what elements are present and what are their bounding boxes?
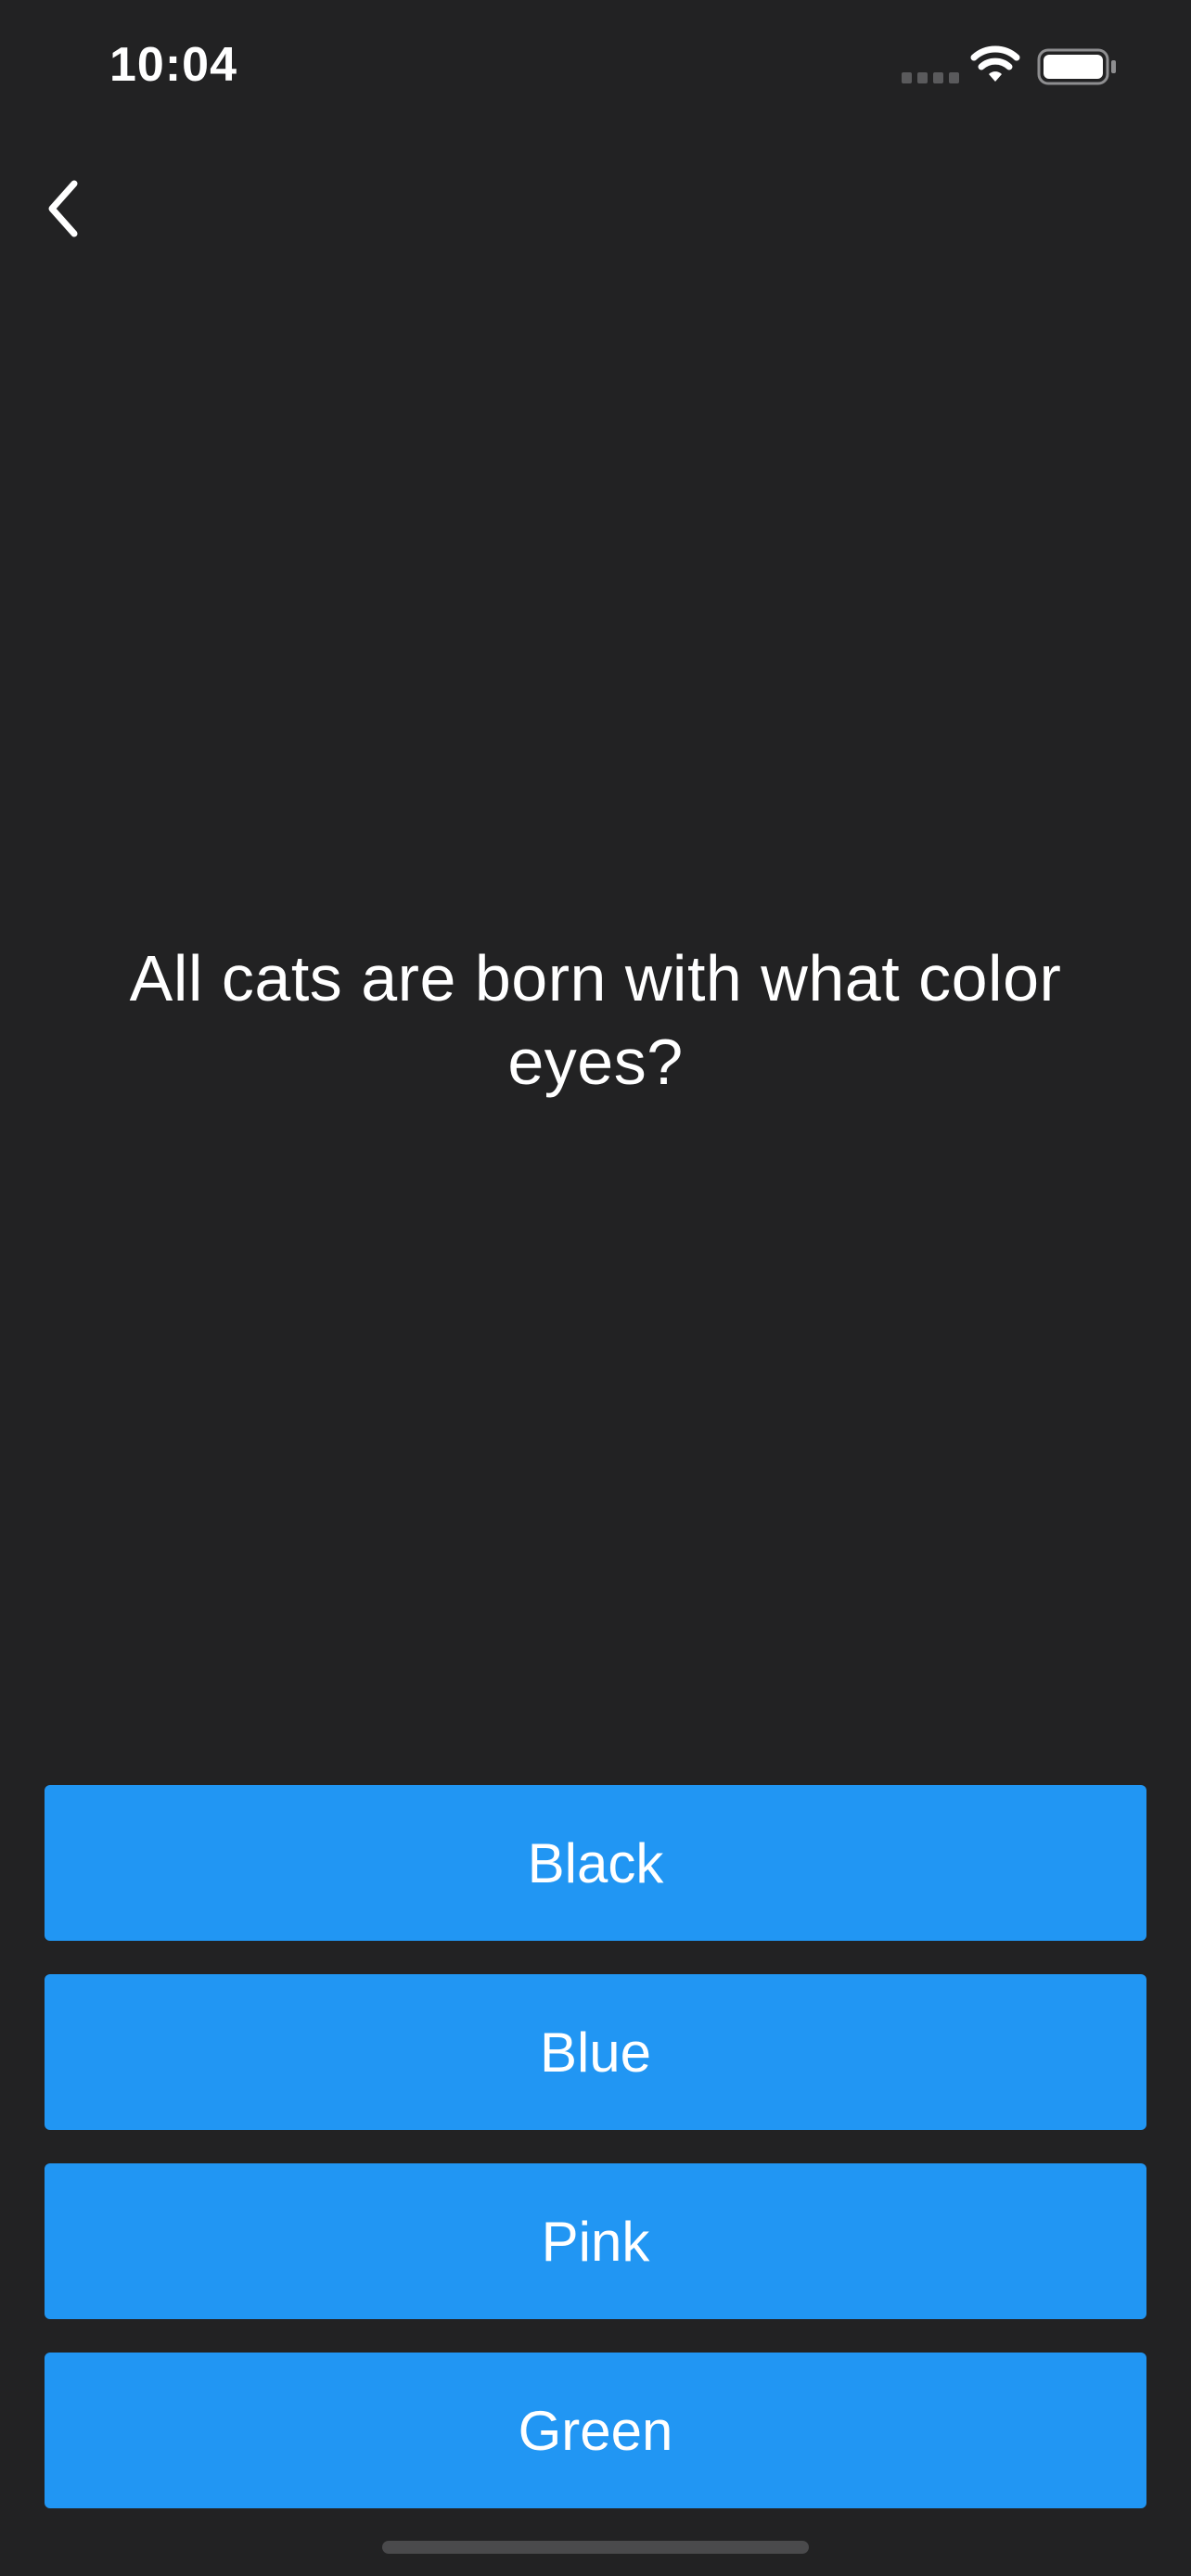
- answer-button-black[interactable]: Black: [45, 1785, 1146, 1941]
- answer-list: Black Blue Pink Green: [45, 1785, 1146, 2508]
- back-button[interactable]: [26, 167, 100, 250]
- answer-button-pink[interactable]: Pink: [45, 2163, 1146, 2319]
- wifi-icon: [970, 45, 1020, 82]
- question-text: All cats are born with what color eyes?: [129, 942, 1062, 1098]
- answer-button-green[interactable]: Green: [45, 2353, 1146, 2508]
- chevron-left-icon: [48, 180, 78, 237]
- cellular-signal-icon: [902, 72, 959, 83]
- home-indicator: [382, 2541, 809, 2554]
- battery-icon: [1037, 48, 1116, 85]
- status-bar: 10:04: [0, 0, 1191, 139]
- status-time: 10:04: [109, 38, 237, 92]
- answer-button-blue[interactable]: Blue: [45, 1974, 1146, 2130]
